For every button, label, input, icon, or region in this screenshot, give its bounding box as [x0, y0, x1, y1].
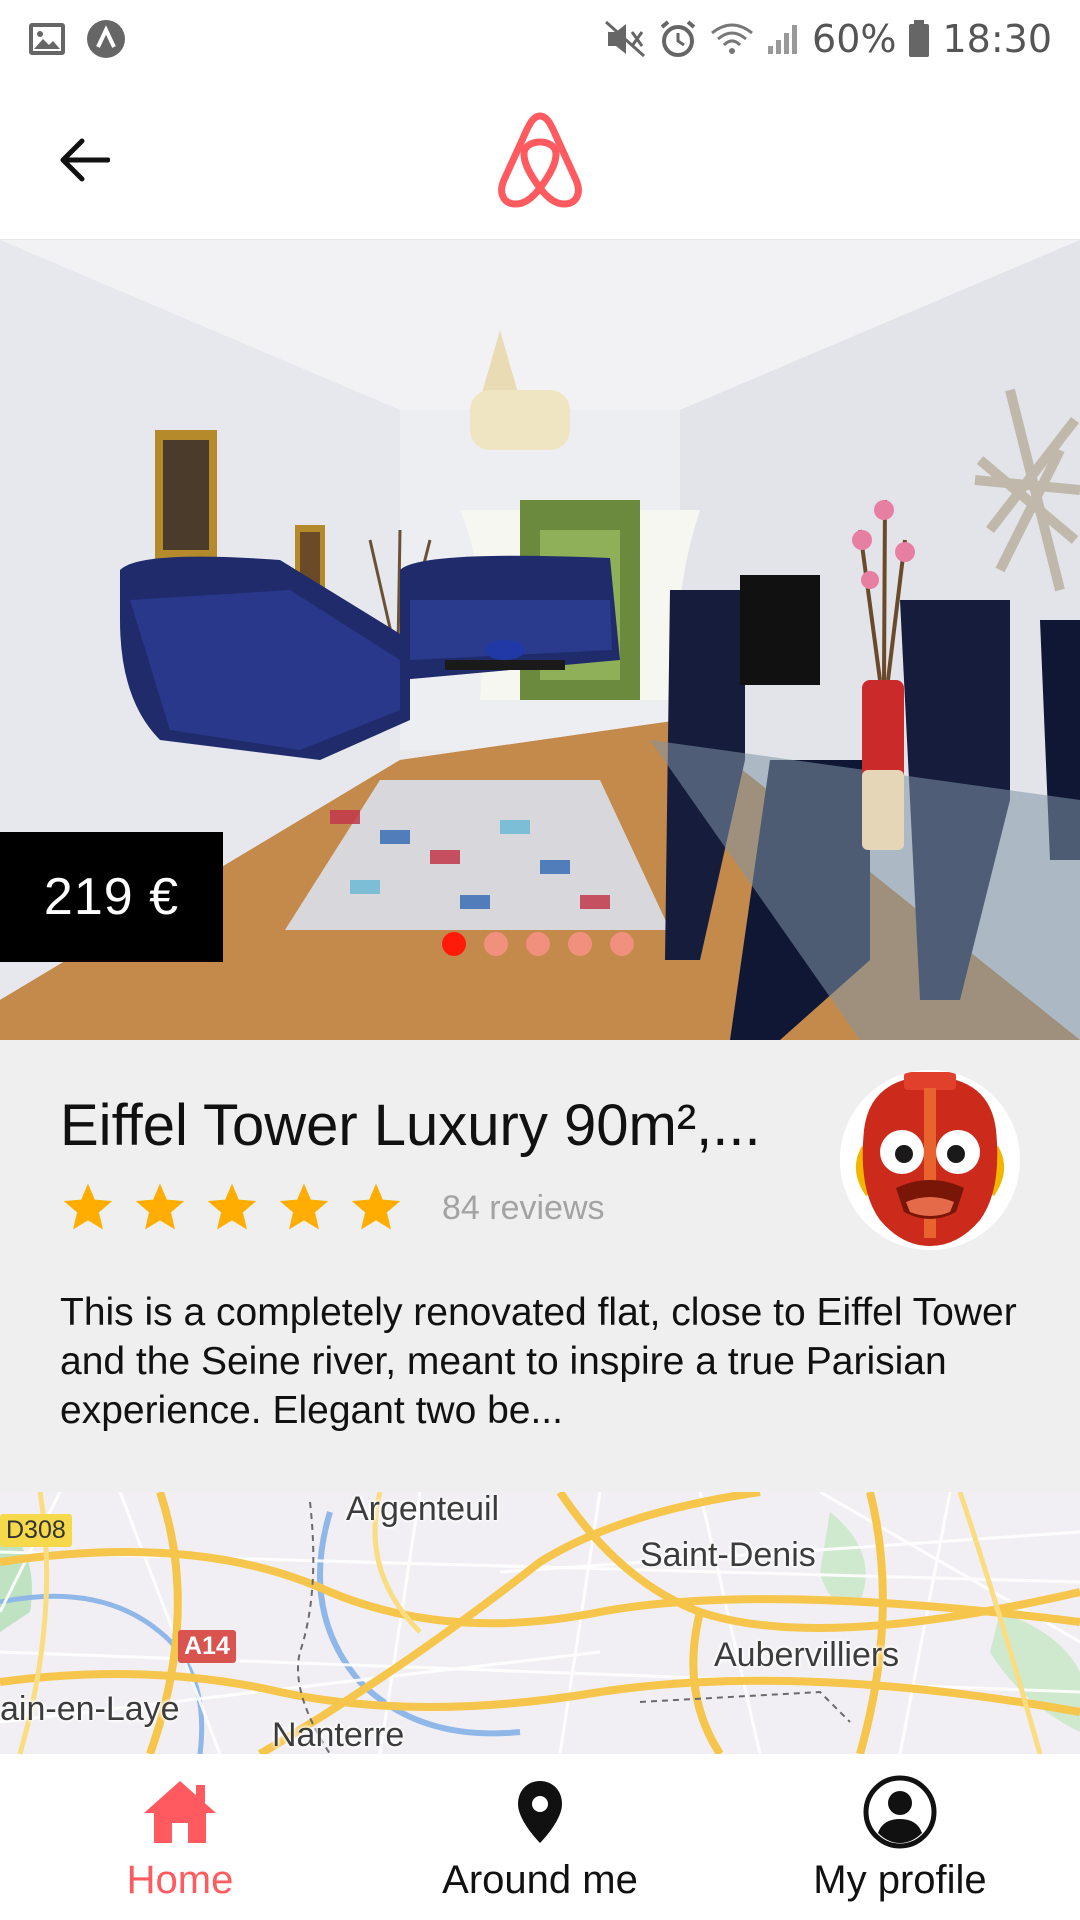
listing-title: Eiffel Tower Luxury 90m²,...	[60, 1093, 761, 1158]
host-avatar[interactable]	[840, 1070, 1020, 1250]
location-map[interactable]: Argenteuil Saint-Denis Aubervilliers ain…	[0, 1492, 1080, 1754]
location-pin-icon	[516, 1772, 564, 1852]
status-right-icons: 60% 18:30	[604, 17, 1052, 61]
road-shield-a14: A14	[178, 1630, 236, 1663]
wifi-icon	[710, 21, 754, 57]
listing-info: Eiffel Tower Luxury 90m²,... 84 reviews …	[0, 1040, 1080, 1492]
mute-icon	[604, 20, 646, 58]
nav-home[interactable]: Home	[0, 1754, 360, 1920]
clock: 18:30	[942, 17, 1052, 61]
map-label-aubervilliers: Aubervilliers	[714, 1636, 900, 1674]
back-arrow-icon	[58, 137, 111, 188]
carousel-dot-5[interactable]	[610, 932, 634, 956]
star-icon	[207, 1183, 257, 1230]
nav-my-profile[interactable]: My profile	[720, 1754, 1080, 1920]
review-count[interactable]: 84 reviews	[442, 1189, 605, 1228]
alarm-icon	[658, 19, 698, 59]
map-label-nanterre: Nanterre	[272, 1716, 405, 1754]
map-label-saint-germain-en-laye: ain-en-Laye	[0, 1690, 180, 1728]
star-icon	[351, 1183, 401, 1230]
price-tag: 219 €	[0, 832, 223, 962]
listing-photo-carousel[interactable]: 219 €	[0, 240, 1080, 1040]
rating-row: 84 reviews	[60, 1180, 605, 1236]
home-icon	[142, 1772, 218, 1852]
nav-my-profile-label: My profile	[813, 1858, 987, 1902]
map-label-saint-denis: Saint-Denis	[640, 1536, 816, 1574]
bottom-navigation: Home Around me My profile	[0, 1754, 1080, 1920]
signal-icon	[766, 22, 800, 56]
carousel-dot-3[interactable]	[526, 932, 550, 956]
battery-icon	[908, 20, 930, 58]
carousel-indicator	[442, 932, 634, 956]
robot-avatar-icon	[840, 1070, 1020, 1250]
listing-description: This is a completely renovated flat, clo…	[60, 1291, 1017, 1432]
profile-icon	[863, 1772, 937, 1852]
carousel-dot-1[interactable]	[442, 932, 466, 956]
map-label-argenteuil: Argenteuil	[346, 1492, 500, 1528]
star-icon	[135, 1183, 185, 1230]
app-notification-icon	[86, 19, 126, 59]
nav-around-me-label: Around me	[442, 1858, 638, 1902]
status-bar: 60% 18:30	[0, 0, 1080, 78]
status-left-icons	[28, 19, 126, 59]
gallery-icon	[28, 22, 66, 56]
carousel-dot-4[interactable]	[568, 932, 592, 956]
road-shield-d308: D308	[0, 1514, 72, 1547]
carousel-dot-2[interactable]	[484, 932, 508, 956]
nav-home-label: Home	[126, 1858, 234, 1902]
battery-percentage: 60%	[812, 17, 897, 61]
star-icon	[63, 1183, 113, 1230]
back-button[interactable]	[46, 124, 122, 200]
star-icon	[279, 1183, 329, 1230]
nav-around-me[interactable]: Around me	[360, 1754, 720, 1920]
airbnb-logo[interactable]	[494, 108, 586, 210]
app-header	[0, 78, 1080, 240]
